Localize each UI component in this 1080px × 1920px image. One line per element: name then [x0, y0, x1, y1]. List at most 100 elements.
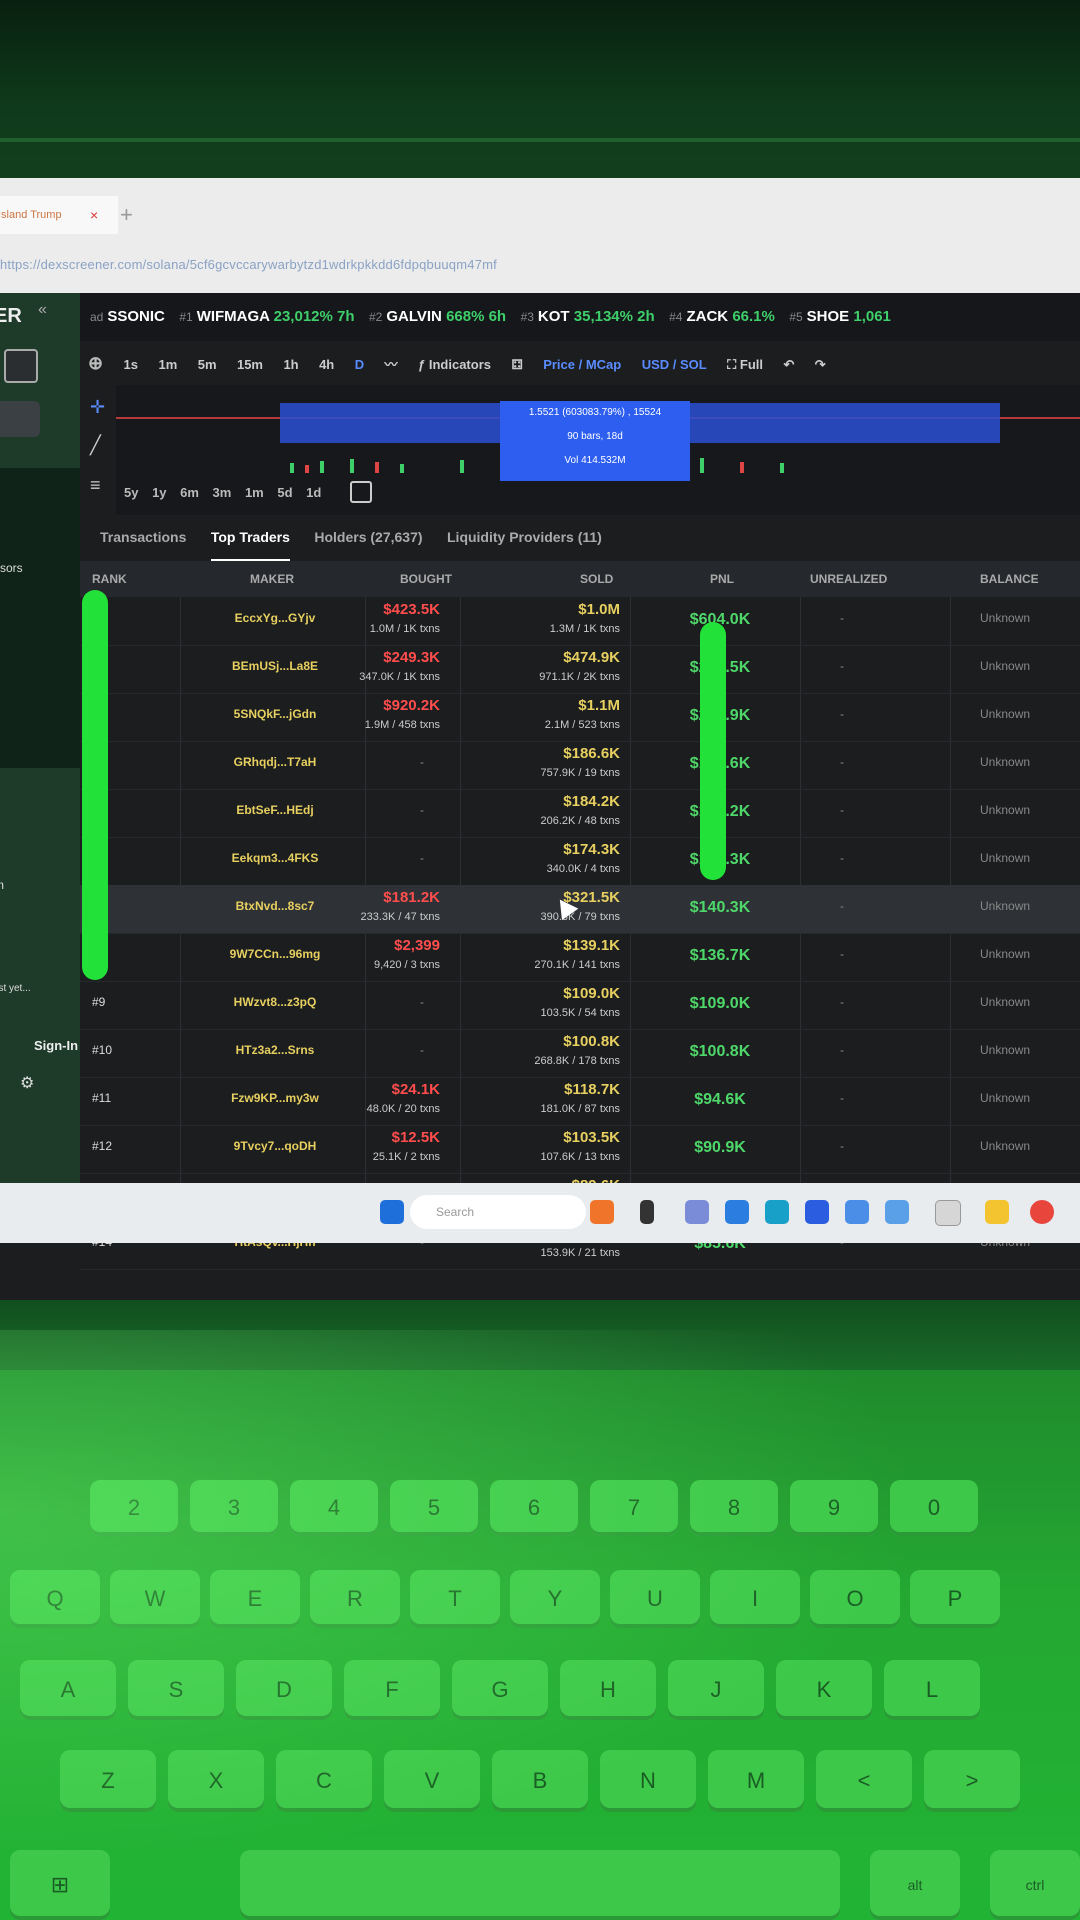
range-selector[interactable]: 5y 1y 6m 3m 1m 5d 1d	[124, 485, 321, 500]
app-icon[interactable]	[885, 1200, 909, 1224]
sold-value: $186.6K	[563, 745, 620, 762]
table-row[interactable]: #2BEmUSj...La8E$249.3K347.0K / 1K txns$4…	[80, 645, 1080, 694]
timeframe-button[interactable]: 4h	[319, 343, 334, 385]
ticker-item[interactable]: #1 WIFMAGA 23,012% 7h	[179, 293, 354, 341]
ticker-item[interactable]: ad SSONIC	[90, 293, 165, 341]
indicators-button[interactable]: ƒ Indicators	[418, 343, 491, 385]
ticker-item[interactable]: #2 GALVIN 668% 6h	[369, 293, 506, 341]
bought-value: -	[420, 851, 424, 865]
sign-in-button[interactable]: Sign-In	[34, 1038, 78, 1053]
unrealized-value: -	[840, 611, 844, 625]
app-icon[interactable]	[640, 1200, 654, 1224]
new-tab-icon[interactable]: +	[120, 196, 148, 234]
timeframe-button[interactable]: 5m	[198, 343, 217, 385]
ticker-item[interactable]: #4 ZACK 66.1%	[669, 293, 775, 341]
maker-address[interactable]: Eekqm3...4FKS	[200, 851, 350, 865]
ticker-item[interactable]: #3 KOT 35,134% 2h	[521, 293, 655, 341]
tab-title: Island Trump	[0, 209, 62, 221]
balance-value: Unknown	[980, 1091, 1031, 1105]
app-icon[interactable]	[685, 1200, 709, 1224]
fullscreen-button[interactable]: ⛶ Full	[727, 343, 763, 385]
add-icon[interactable]: ⊕	[88, 341, 103, 385]
table-row[interactable]: #6Eekqm3...4FKS-$174.3K340.0K / 4 txns$1…	[80, 837, 1080, 886]
trending-tickers: ad SSONIC #1 WIFMAGA 23,012% 7h #2 GALVIN 6…	[80, 293, 1080, 341]
redo-icon[interactable]: ↷	[815, 343, 826, 385]
chart-toolbar: ⊕ 1s 1m 5m 15m 1h 4h D 〰 ƒ Indicators ⚃ …	[80, 341, 1080, 386]
timeframe-button[interactable]: 1s	[124, 343, 138, 385]
table-row[interactable]: #35SNQkF...jGdn$920.2K1.9M / 458 txns$1.…	[80, 693, 1080, 742]
chart-type-icon[interactable]: 〰	[385, 343, 398, 385]
col-pnl[interactable]: PNL	[710, 561, 734, 597]
col-bought[interactable]: BOUGHT	[400, 561, 452, 597]
dexscreener-app: ER « ssors m list yet... Sign-In ⚙ adSSO…	[0, 293, 1080, 1270]
collapse-icon[interactable]: «	[38, 301, 47, 319]
windows-taskbar: Search	[0, 1183, 1080, 1243]
maker-address[interactable]: GRhqdj...T7aH	[200, 755, 350, 769]
rank-cell: #10	[92, 1043, 113, 1057]
timeframe-button[interactable]: 1h	[283, 343, 298, 385]
folder-icon[interactable]	[985, 1200, 1009, 1224]
table-row[interactable]: #12 9Tvcy7...qoDH $12.5K 25.1K / 2 txns $103…	[80, 1125, 1080, 1174]
templates-icon[interactable]: ⚃	[511, 343, 522, 385]
bought-detail: 25.1K / 2 txns	[372, 1151, 440, 1163]
gear-icon[interactable]: ⚙	[20, 1073, 34, 1093]
bought-detail: 1.9M / 458 txns	[364, 719, 440, 731]
table-row[interactable]: #11 Fzw9KP...my3w $24.1K 48.0K / 20 txns $11…	[80, 1077, 1080, 1126]
maker-address[interactable]: EbtSeF...HEdj	[200, 803, 350, 817]
close-tab-icon[interactable]: ×	[90, 196, 98, 234]
app-icon[interactable]	[845, 1200, 869, 1224]
unrealized-value: -	[840, 1043, 844, 1057]
dell-icon[interactable]	[935, 1200, 961, 1226]
table-row[interactable]: #1EccxYg...GYjv$423.5K1.0M / 1K txns$1.0…	[80, 597, 1080, 646]
sold-value: $184.2K	[563, 793, 620, 810]
app-icon[interactable]	[805, 1200, 829, 1224]
unrealized-value: -	[840, 755, 844, 769]
app-icon[interactable]	[590, 1200, 614, 1224]
tab-holders[interactable]: Holders (27,637)	[314, 515, 422, 559]
edge-icon[interactable]	[765, 1200, 789, 1224]
timeframe-button[interactable]: 15m	[237, 343, 263, 385]
tab-transactions[interactable]: Transactions	[100, 515, 186, 559]
table-row[interactable]: #7BtxNvd...8sc7$181.2K233.3K / 47 txns$3…	[80, 885, 1080, 934]
col-unrealized[interactable]: UNREALIZED	[810, 561, 887, 597]
crosshair-icon[interactable]: ✛	[90, 397, 105, 418]
chrome-icon[interactable]	[1030, 1200, 1054, 1224]
col-maker[interactable]: MAKER	[250, 561, 294, 597]
price-chart[interactable]: ✛ ╱ ≡ 1.5521 (603083.79%) , 15524 90 bar…	[80, 385, 1080, 515]
col-balance[interactable]: BALANCE	[980, 561, 1039, 597]
sidebar-button[interactable]	[0, 401, 40, 437]
undo-icon[interactable]: ↶	[783, 343, 794, 385]
browser-tab[interactable]: Island Trump ×	[0, 196, 118, 234]
table-row[interactable]: #89W7CCn...96mg$2,3999,420 / 3 txns$139.…	[80, 933, 1080, 982]
pnl-value: $136.7K	[689, 947, 751, 964]
unrealized-value: -	[840, 851, 844, 865]
rank-cell: #9	[92, 995, 106, 1009]
sidebar-panel	[0, 468, 80, 768]
table-row[interactable]: #5EbtSeF...HEdj-$184.2K206.2K / 48 txns$…	[80, 789, 1080, 838]
watchlist-empty: list yet...	[0, 983, 31, 994]
fib-icon[interactable]: ≡	[90, 475, 101, 496]
table-row[interactable]: #4GRhqdj...T7aH-$186.6K757.9K / 19 txns$…	[80, 741, 1080, 790]
taskbar-search[interactable]: Search	[410, 1195, 586, 1229]
table-row[interactable]: #9 HWzvt8...z3pQ - $109.0K 103.5K / 54 txns $…	[80, 981, 1080, 1030]
bought-value: $2,399	[394, 937, 440, 954]
calendar-icon[interactable]	[350, 481, 372, 503]
tab-liquidity-providers[interactable]: Liquidity Providers (11)	[447, 515, 602, 559]
price-mcap-toggle[interactable]: Price / MCap	[543, 343, 621, 385]
col-sold[interactable]: SOLD	[580, 561, 613, 597]
table-row[interactable]: #10 HTz3a2...Srns - $100.8K 268.8K / 178 txn…	[80, 1029, 1080, 1078]
sidebar-toggle-icon[interactable]	[4, 349, 38, 383]
maker-address[interactable]: HTz3a2...Srns	[200, 1043, 350, 1057]
maker-address[interactable]: HWzvt8...z3pQ	[200, 995, 350, 1009]
mail-icon[interactable]	[725, 1200, 749, 1224]
start-icon[interactable]	[380, 1200, 404, 1224]
brand-logo[interactable]: ER	[0, 305, 22, 328]
trendline-icon[interactable]: ╱	[90, 435, 101, 456]
rank-cell: #12	[92, 1139, 113, 1153]
ticker-item[interactable]: #5 SHOE 1,061	[789, 293, 891, 341]
address-bar[interactable]: https://dexscreener.com/solana/5cf6gcvcc…	[0, 250, 700, 280]
timeframe-button[interactable]: D	[355, 343, 364, 385]
usd-sol-toggle[interactable]: USD / SOL	[642, 343, 707, 385]
tab-top-traders[interactable]: Top Traders	[210, 515, 290, 562]
timeframe-button[interactable]: 1m	[158, 343, 177, 385]
